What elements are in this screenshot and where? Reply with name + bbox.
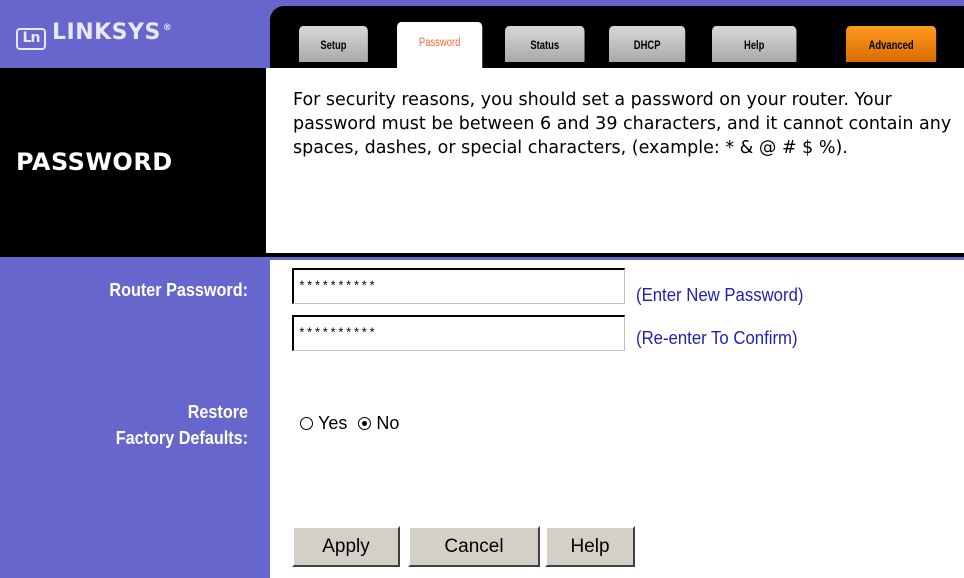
tab-help[interactable]: Help (712, 26, 797, 62)
page-description: For security reasons, you should set a p… (293, 90, 952, 158)
tab-advanced[interactable]: Advanced (846, 26, 937, 62)
page-title: PASSWORD (16, 148, 173, 176)
tab-status[interactable]: Status (505, 26, 585, 62)
restore-defaults-options: Yes No (300, 413, 405, 434)
cancel-button[interactable]: Cancel (408, 526, 540, 567)
logo-area: Ln LINKSYS ® (0, 0, 266, 68)
confirm-password-hint: (Re-enter To Confirm) (636, 328, 798, 348)
tab-dhcp[interactable]: DHCP (609, 26, 686, 62)
tab-password[interactable]: Password (397, 22, 483, 68)
tab-setup[interactable]: Setup (299, 26, 368, 62)
restore-defaults-label-line2: Factory Defaults: (115, 428, 248, 448)
restore-yes-label[interactable]: Yes (318, 413, 347, 433)
radio-empty-icon[interactable] (300, 417, 313, 430)
brand-name: LINKSYS (52, 20, 161, 45)
restore-defaults-label-line1: Restore (187, 402, 248, 422)
radio-selected-icon[interactable] (358, 417, 372, 430)
new-password-input[interactable] (292, 268, 625, 304)
tab-bar: Setup Password Status DHCP Help Advanced (266, 0, 964, 68)
registered-mark: ® (162, 23, 173, 33)
restore-no-label[interactable]: No (376, 413, 399, 433)
linksys-logo-mark: Ln (16, 28, 46, 50)
linksys-logo: Ln LINKSYS ® (16, 14, 172, 50)
help-button[interactable]: Help (545, 526, 635, 567)
router-password-label: Router Password: (109, 280, 248, 300)
enter-new-password-hint: (Enter New Password) (636, 285, 804, 305)
confirm-password-input[interactable] (292, 315, 625, 351)
apply-button[interactable]: Apply (292, 526, 400, 567)
